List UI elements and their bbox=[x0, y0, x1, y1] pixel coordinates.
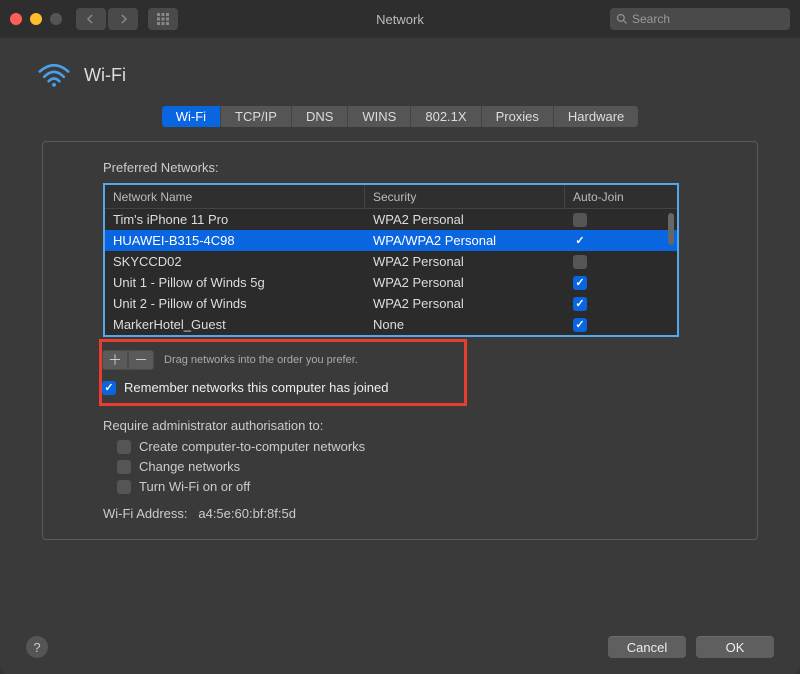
auto-join-checkbox[interactable] bbox=[573, 276, 587, 290]
table-row[interactable]: SKYCCD02WPA2 Personal bbox=[105, 251, 677, 272]
tab-wins[interactable]: WINS bbox=[348, 106, 411, 127]
tab-wifi[interactable]: Wi-Fi bbox=[162, 106, 221, 127]
auto-join-checkbox[interactable] bbox=[573, 255, 587, 269]
nav-buttons bbox=[76, 8, 138, 30]
network-name: Unit 2 - Pillow of Winds bbox=[105, 296, 365, 311]
help-button[interactable]: ? bbox=[26, 636, 48, 658]
close-icon[interactable] bbox=[10, 13, 22, 25]
wifi-address-value: a4:5e:60:bf:8f:5d bbox=[198, 506, 296, 521]
search-placeholder: Search bbox=[632, 12, 670, 26]
remove-network-button[interactable]: － bbox=[128, 350, 154, 370]
network-security: WPA2 Personal bbox=[365, 275, 565, 290]
highlight-annotation: ＋ － Drag networks into the order you pre… bbox=[99, 339, 467, 406]
column-auto-join[interactable]: Auto-Join bbox=[565, 185, 659, 208]
wifi-icon bbox=[38, 62, 70, 88]
back-button[interactable] bbox=[76, 8, 106, 30]
wifi-address-row: Wi-Fi Address: a4:5e:60:bf:8f:5d bbox=[103, 506, 733, 521]
scrollbar[interactable] bbox=[668, 213, 674, 245]
auto-join-checkbox[interactable] bbox=[573, 297, 587, 311]
network-preferences-window: Network Search Wi-Fi Wi-FiTCP/IPDNSWINS8… bbox=[0, 0, 800, 674]
cancel-button[interactable]: Cancel bbox=[608, 636, 686, 658]
drag-hint: Drag networks into the order you prefer. bbox=[164, 354, 358, 366]
search-icon bbox=[616, 13, 628, 25]
wifi-address-label: Wi-Fi Address: bbox=[103, 506, 188, 521]
admin-label: Require administrator authorisation to: bbox=[103, 418, 733, 433]
table-row[interactable]: MarkerHotel_GuestNone bbox=[105, 314, 677, 335]
column-security[interactable]: Security bbox=[365, 185, 565, 208]
auto-join-cell bbox=[565, 255, 659, 269]
remember-networks-checkbox[interactable] bbox=[102, 381, 116, 395]
add-network-button[interactable]: ＋ bbox=[102, 350, 128, 370]
titlebar: Network Search bbox=[0, 0, 800, 38]
auto-join-cell bbox=[565, 234, 659, 248]
network-name: MarkerHotel_Guest bbox=[105, 317, 365, 332]
add-remove-buttons: ＋ － bbox=[102, 350, 154, 370]
auto-join-checkbox[interactable] bbox=[573, 234, 587, 248]
admin-item: Turn Wi-Fi on or off bbox=[117, 479, 733, 494]
preferred-networks-table[interactable]: Network Name Security Auto-Join Tim's iP… bbox=[103, 183, 679, 337]
window-title: Network bbox=[376, 12, 424, 27]
auto-join-cell bbox=[565, 276, 659, 290]
network-security: None bbox=[365, 317, 565, 332]
zoom-icon[interactable] bbox=[50, 13, 62, 25]
network-security: WPA2 Personal bbox=[365, 212, 565, 227]
auto-join-cell bbox=[565, 318, 659, 332]
tab-proxies[interactable]: Proxies bbox=[482, 106, 554, 127]
admin-item-label: Create computer-to-computer networks bbox=[139, 439, 365, 454]
admin-item-label: Change networks bbox=[139, 459, 240, 474]
network-name: Tim's iPhone 11 Pro bbox=[105, 212, 365, 227]
auto-join-cell bbox=[565, 213, 659, 227]
page-title: Wi-Fi bbox=[84, 65, 126, 86]
wifi-header: Wi-Fi bbox=[38, 62, 768, 88]
admin-item-label: Turn Wi-Fi on or off bbox=[139, 479, 250, 494]
search-input[interactable]: Search bbox=[610, 8, 790, 30]
show-all-button[interactable] bbox=[148, 8, 178, 30]
network-security: WPA2 Personal bbox=[365, 296, 565, 311]
tab-dns[interactable]: DNS bbox=[292, 106, 348, 127]
ok-button[interactable]: OK bbox=[696, 636, 774, 658]
table-header: Network Name Security Auto-Join bbox=[105, 185, 677, 209]
network-security: WPA/WPA2 Personal bbox=[365, 233, 565, 248]
admin-item: Create computer-to-computer networks bbox=[117, 439, 733, 454]
network-name: HUAWEI-B315-4C98 bbox=[105, 233, 365, 248]
tab-hardware[interactable]: Hardware bbox=[554, 106, 638, 127]
minimize-icon[interactable] bbox=[30, 13, 42, 25]
table-row[interactable]: Unit 1 - Pillow of Winds 5gWPA2 Personal bbox=[105, 272, 677, 293]
admin-section: Require administrator authorisation to: … bbox=[103, 418, 733, 494]
preferred-networks-label: Preferred Networks: bbox=[103, 160, 733, 175]
traffic-lights bbox=[10, 13, 62, 25]
remember-networks-label: Remember networks this computer has join… bbox=[124, 380, 388, 395]
admin-checkbox[interactable] bbox=[117, 440, 131, 454]
table-row[interactable]: Tim's iPhone 11 ProWPA2 Personal bbox=[105, 209, 677, 230]
network-name: Unit 1 - Pillow of Winds 5g bbox=[105, 275, 365, 290]
table-row[interactable]: Unit 2 - Pillow of WindsWPA2 Personal bbox=[105, 293, 677, 314]
admin-item: Change networks bbox=[117, 459, 733, 474]
admin-checkbox[interactable] bbox=[117, 480, 131, 494]
tab-bar: Wi-FiTCP/IPDNSWINS802.1XProxiesHardware bbox=[32, 106, 768, 127]
content: Wi-Fi Wi-FiTCP/IPDNSWINS802.1XProxiesHar… bbox=[0, 38, 800, 628]
network-name: SKYCCD02 bbox=[105, 254, 365, 269]
forward-button[interactable] bbox=[108, 8, 138, 30]
wifi-panel: Preferred Networks: Network Name Securit… bbox=[42, 141, 758, 540]
table-row[interactable]: HUAWEI-B315-4C98WPA/WPA2 Personal bbox=[105, 230, 677, 251]
auto-join-cell bbox=[565, 297, 659, 311]
auto-join-checkbox[interactable] bbox=[573, 318, 587, 332]
column-network-name[interactable]: Network Name bbox=[105, 185, 365, 208]
admin-checkbox[interactable] bbox=[117, 460, 131, 474]
tab-tcpip[interactable]: TCP/IP bbox=[221, 106, 292, 127]
footer: ? Cancel OK bbox=[0, 628, 800, 674]
tab-8021x[interactable]: 802.1X bbox=[411, 106, 481, 127]
auto-join-checkbox[interactable] bbox=[573, 213, 587, 227]
network-security: WPA2 Personal bbox=[365, 254, 565, 269]
